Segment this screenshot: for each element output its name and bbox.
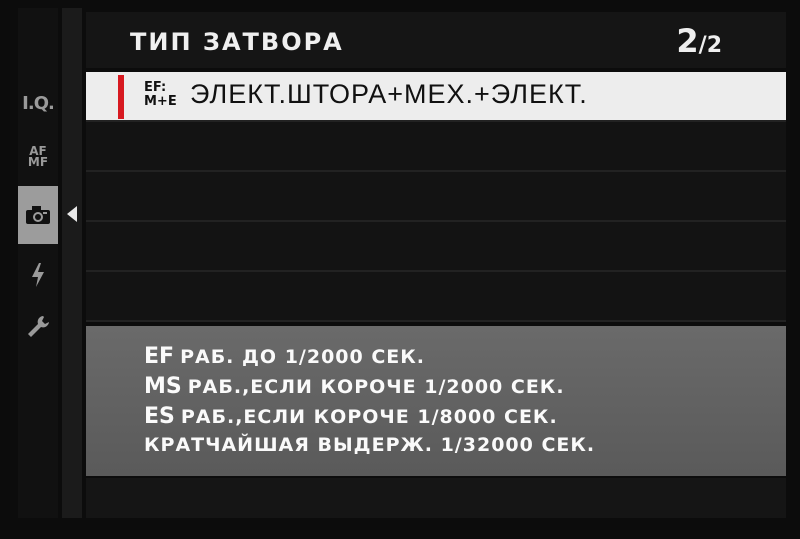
tab-shooting-settings[interactable] bbox=[18, 186, 58, 244]
page-indicator: 2/2 bbox=[676, 22, 722, 60]
description-panel: EF РАБ. ДО 1/2000 СЕК. MS РАБ.,ЕСЛИ КОРОЧЕ… bbox=[86, 326, 786, 476]
menu-tab-column: I.Q. AF MF bbox=[18, 8, 58, 518]
tab-mf-label: MF bbox=[27, 155, 49, 169]
page-current: 2 bbox=[676, 22, 699, 60]
description-text: КРАТЧАЙШАЯ ВЫДЕРЖ. 1/32000 СЕК. bbox=[144, 434, 596, 456]
bottom-strip bbox=[86, 478, 786, 518]
menu-header: ТИП ЗАТВОРА 2/2 bbox=[86, 12, 786, 68]
page-title: ТИП ЗАТВОРА bbox=[130, 28, 344, 56]
wrench-icon bbox=[28, 316, 49, 337]
camera-menu-screen: I.Q. AF MF ТИП ЗАТВОРА 2/2 EF: M+E ЭЛЕКТ… bbox=[0, 0, 800, 539]
tab-iq-label: I.Q. bbox=[22, 92, 55, 114]
page-total: /2 bbox=[698, 33, 722, 58]
menu-list: EF: M+E ЭЛЕКТ.ШТОРА+МЕХ.+ЭЛЕКТ. bbox=[86, 72, 786, 322]
tab-flash-settings[interactable] bbox=[18, 252, 58, 298]
menu-item-empty bbox=[86, 272, 786, 322]
description-abbr: EF bbox=[144, 344, 175, 369]
menu-item-empty bbox=[86, 122, 786, 172]
description-abbr: MS bbox=[144, 374, 182, 399]
tab-separator bbox=[62, 8, 82, 518]
tab-setup[interactable] bbox=[18, 304, 58, 350]
menu-item-label: ЭЛЕКТ.ШТОРА+МЕХ.+ЭЛЕКТ. bbox=[190, 79, 588, 109]
description-text: РАБ. ДО 1/2000 СЕК. bbox=[180, 346, 426, 368]
shutter-type-icon: EF: M+E bbox=[144, 81, 186, 111]
tab-af-mf[interactable]: AF MF bbox=[18, 134, 58, 180]
menu-item-empty bbox=[86, 172, 786, 222]
flash-icon bbox=[32, 263, 44, 287]
description-text: РАБ.,ЕСЛИ КОРОЧЕ 1/2000 СЕК. bbox=[187, 376, 565, 398]
camera-icon bbox=[26, 206, 50, 224]
shutter-icon-top: EF: bbox=[144, 80, 167, 95]
description-line: КРАТЧАЙШАЯ ВЫДЕРЖ. 1/32000 СЕК. bbox=[144, 434, 595, 456]
tab-image-quality[interactable]: I.Q. bbox=[18, 80, 58, 126]
description-text: РАБ.,ЕСЛИ КОРОЧЕ 1/8000 СЕК. bbox=[180, 406, 558, 428]
description-line: EF РАБ. ДО 1/2000 СЕК. bbox=[144, 344, 425, 369]
menu-item-selected[interactable]: EF: M+E ЭЛЕКТ.ШТОРА+МЕХ.+ЭЛЕКТ. bbox=[86, 72, 786, 122]
selection-marker bbox=[118, 75, 124, 119]
description-abbr: ES bbox=[144, 404, 175, 429]
description-line: ES РАБ.,ЕСЛИ КОРОЧЕ 1/8000 СЕК. bbox=[144, 404, 558, 429]
description-line: MS РАБ.,ЕСЛИ КОРОЧЕ 1/2000 СЕК. bbox=[144, 374, 565, 399]
shutter-icon-bottom: M+E bbox=[144, 94, 177, 109]
active-tab-pointer-icon bbox=[67, 206, 77, 222]
menu-item-empty bbox=[86, 222, 786, 272]
